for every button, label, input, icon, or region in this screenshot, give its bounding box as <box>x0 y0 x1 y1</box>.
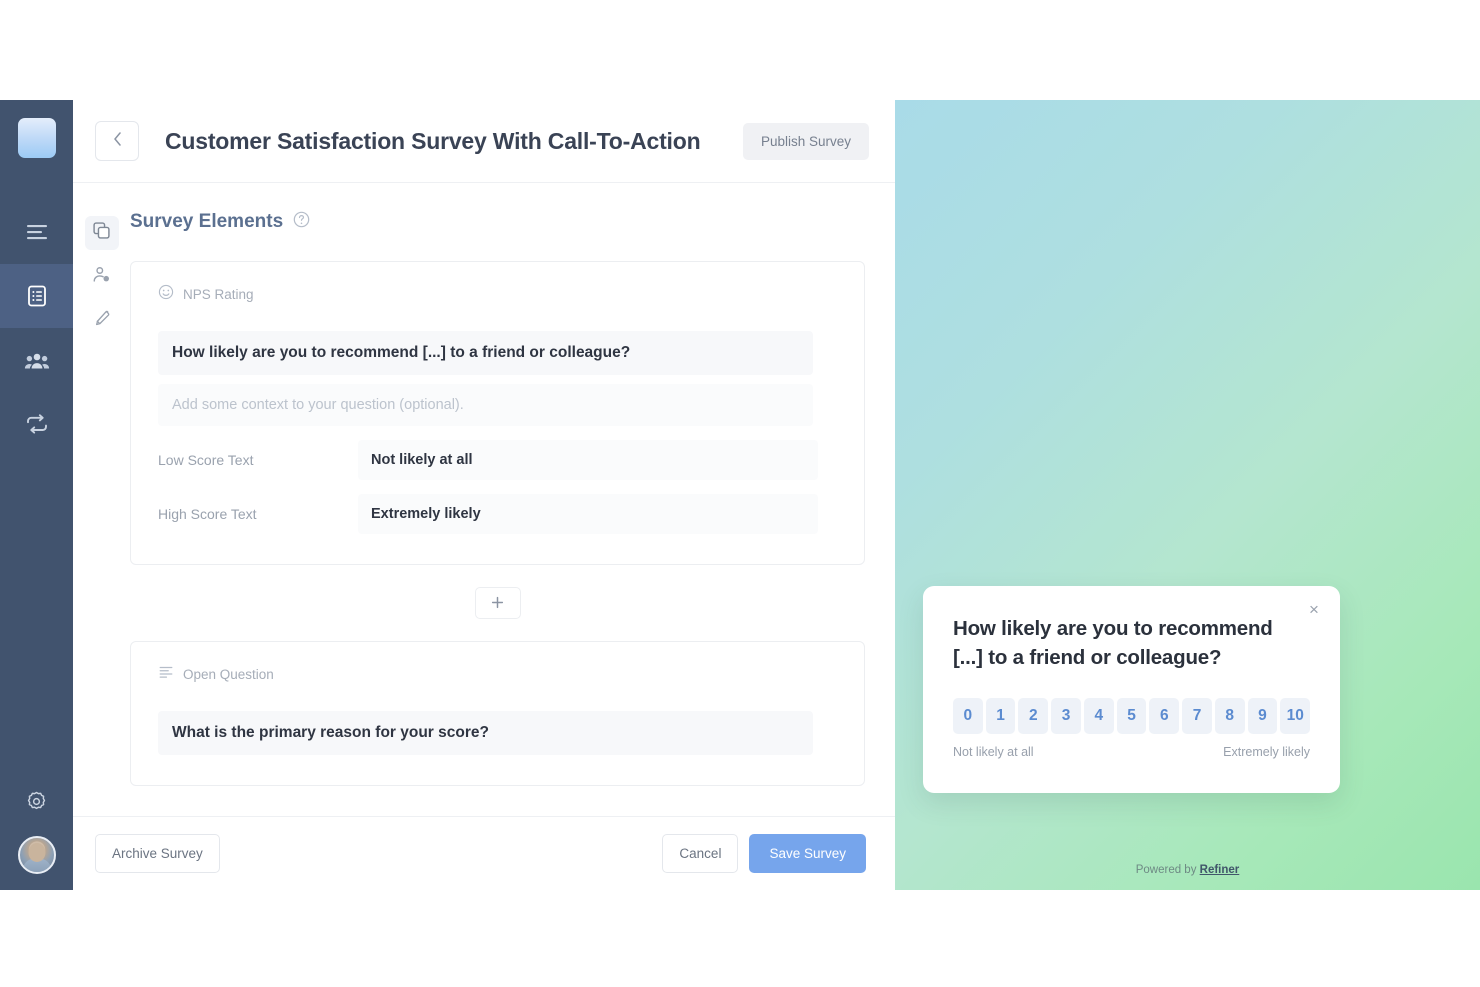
footer-actions: Cancel Save Survey <box>662 834 866 873</box>
question-input[interactable]: How likely are you to recommend [...] to… <box>158 331 813 375</box>
save-survey-button[interactable]: Save Survey <box>749 834 866 873</box>
nps-chip-4[interactable]: 4 <box>1083 698 1114 734</box>
help-circle-icon[interactable] <box>293 211 310 233</box>
nps-chip-1[interactable]: 1 <box>985 698 1016 734</box>
section-header: Survey Elements <box>130 211 865 233</box>
tab-design[interactable] <box>85 304 119 338</box>
editor-tab-rail <box>73 183 130 890</box>
element-kind-label: NPS Rating <box>183 287 254 302</box>
nav-menu[interactable] <box>0 200 73 264</box>
element-kind: NPS Rating <box>158 284 837 305</box>
paintbrush-icon <box>92 309 111 333</box>
person-settings-icon <box>92 265 111 289</box>
survey-element-card: NPS Rating How likely are you to recomme… <box>130 261 865 565</box>
tab-targeting[interactable] <box>85 260 119 294</box>
survey-element-card: Open Question What is the primary reason… <box>130 641 865 786</box>
add-element-row <box>130 565 865 641</box>
app-window: Customer Satisfaction Survey With Call-T… <box>0 100 1480 890</box>
nps-low-label: Not likely at all <box>953 745 1034 759</box>
nps-chip-7[interactable]: 7 <box>1182 698 1212 734</box>
nps-scale-labels: Not likely at all Extremely likely <box>953 745 1310 759</box>
editor-footer: Archive Survey Cancel Save Survey <box>73 816 895 890</box>
nps-chip-0[interactable]: 0 <box>953 698 983 734</box>
element-kind: Open Question <box>158 664 837 685</box>
powered-by: Powered by Refiner <box>895 864 1480 876</box>
low-score-row: Low Score Text Not likely at all <box>158 440 837 480</box>
nav-audience[interactable] <box>0 328 73 392</box>
user-avatar[interactable] <box>17 836 56 874</box>
text-lines-icon <box>158 664 174 685</box>
survey-popup: × How likely are you to recommend [...] … <box>923 585 1340 793</box>
app-logo[interactable] <box>17 118 56 158</box>
plus-icon <box>491 595 504 612</box>
nps-chip-10[interactable]: 10 <box>1280 698 1311 734</box>
smiley-icon <box>158 284 174 305</box>
gear-icon[interactable] <box>25 790 48 818</box>
nps-chip-5[interactable]: 5 <box>1116 698 1147 734</box>
nps-chip-3[interactable]: 3 <box>1051 698 1081 734</box>
low-score-input[interactable]: Not likely at all <box>358 440 818 480</box>
rail-bottom-group <box>0 790 73 874</box>
chevron-left-icon <box>113 131 122 151</box>
refiner-brand-link[interactable]: Refiner <box>1200 864 1240 876</box>
publish-survey-button[interactable]: Publish Survey <box>742 122 869 160</box>
nps-high-label: Extremely likely <box>1223 745 1310 759</box>
close-icon[interactable]: × <box>1302 598 1326 622</box>
add-element-button[interactable] <box>474 587 521 619</box>
nps-chip-2[interactable]: 2 <box>1018 698 1049 734</box>
screen-root: Customer Satisfaction Survey With Call-T… <box>0 0 1480 987</box>
low-score-label: Low Score Text <box>158 452 254 468</box>
people-group-icon <box>24 350 50 370</box>
nps-chip-8[interactable]: 8 <box>1214 698 1245 734</box>
editor-content: Survey Elements NPS Rating How likely ar… <box>130 183 895 890</box>
high-score-label: High Score Text <box>158 506 257 522</box>
menu-list-icon <box>26 223 48 241</box>
nps-chip-6[interactable]: 6 <box>1149 698 1180 734</box>
primary-nav-rail <box>0 100 73 890</box>
back-button[interactable] <box>95 121 139 161</box>
loop-repeat-icon <box>24 413 50 435</box>
archive-survey-button[interactable]: Archive Survey <box>95 834 220 873</box>
page-title: Customer Satisfaction Survey With Call-T… <box>165 127 701 154</box>
high-score-row: High Score Text Extremely likely <box>158 494 837 534</box>
high-score-input[interactable]: Extremely likely <box>358 494 818 534</box>
preview-question: How likely are you to recommend [...] to… <box>953 616 1273 669</box>
nav-surveys[interactable] <box>0 264 73 328</box>
nav-integrations[interactable] <box>0 392 73 456</box>
cancel-button[interactable]: Cancel <box>662 834 739 873</box>
question-input[interactable]: What is the primary reason for your scor… <box>158 711 813 755</box>
editor-body: Survey Elements NPS Rating How likely ar… <box>73 183 895 890</box>
element-kind-label: Open Question <box>183 667 274 682</box>
context-input[interactable]: Add some context to your question (optio… <box>158 384 813 426</box>
survey-preview-pane: × How likely are you to recommend [...] … <box>895 100 1480 890</box>
nps-chip-9[interactable]: 9 <box>1247 698 1278 734</box>
powered-by-text: Powered by <box>1135 864 1200 876</box>
layers-icon <box>92 221 111 245</box>
tab-elements[interactable] <box>84 216 119 250</box>
page-header: Customer Satisfaction Survey With Call-T… <box>73 100 895 183</box>
section-title: Survey Elements <box>130 211 284 232</box>
main-panel: Customer Satisfaction Survey With Call-T… <box>73 100 895 890</box>
survey-form-icon <box>25 284 49 308</box>
nps-scale: 0 1 2 3 4 5 6 7 8 9 10 <box>953 698 1311 734</box>
